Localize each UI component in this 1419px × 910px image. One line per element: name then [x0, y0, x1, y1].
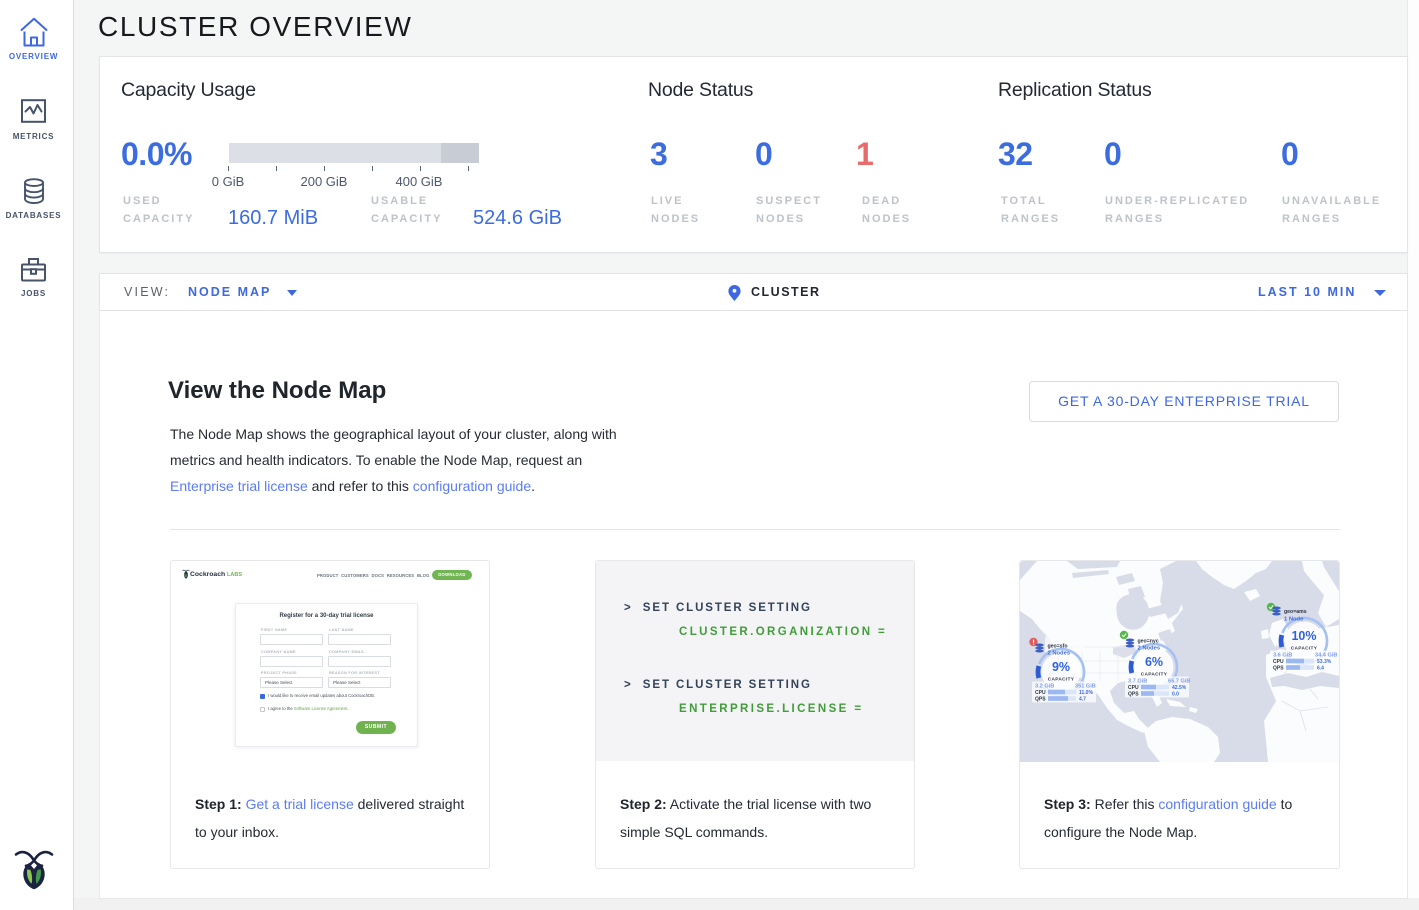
svg-text:geo=sfo: geo=sfo — [1048, 644, 1068, 650]
svg-text:4.7: 4.7 — [1079, 697, 1086, 703]
svg-text:geo=nyc: geo=nyc — [1138, 639, 1159, 645]
svg-text:1 Node: 1 Node — [1284, 617, 1304, 623]
svg-text:34.4 GiB: 34.4 GiB — [1315, 653, 1337, 659]
svg-text:6%: 6% — [1145, 655, 1163, 669]
svg-text:9%: 9% — [1052, 660, 1070, 674]
svg-text:CPU: CPU — [1035, 690, 1046, 696]
svg-text:2 Nodes: 2 Nodes — [1138, 646, 1161, 652]
svg-text:42.5%: 42.5% — [1172, 685, 1187, 691]
svg-text:QPS: QPS — [1273, 666, 1284, 672]
svg-text:geo=ams: geo=ams — [1284, 609, 1307, 615]
svg-text:CPU: CPU — [1128, 685, 1139, 691]
svg-text:6.4: 6.4 — [1317, 666, 1324, 672]
svg-text:2 Nodes: 2 Nodes — [1048, 651, 1071, 657]
svg-text:CPU: CPU — [1273, 659, 1284, 665]
svg-text:0.0: 0.0 — [1172, 692, 1179, 698]
svg-text:65.7 GiB: 65.7 GiB — [1168, 679, 1190, 685]
svg-text:3.2 GiB: 3.2 GiB — [1035, 684, 1054, 690]
svg-text:10%: 10% — [1291, 629, 1316, 643]
svg-text:QPS: QPS — [1128, 692, 1139, 698]
svg-text:53.3%: 53.3% — [1317, 659, 1332, 665]
svg-text:11.0%: 11.0% — [1079, 690, 1093, 696]
svg-text:QPS: QPS — [1035, 697, 1046, 703]
svg-text:351 GiB: 351 GiB — [1075, 684, 1096, 690]
svg-text:3.6 GiB: 3.6 GiB — [1273, 653, 1292, 659]
svg-text:3.7 GiB: 3.7 GiB — [1128, 679, 1147, 685]
